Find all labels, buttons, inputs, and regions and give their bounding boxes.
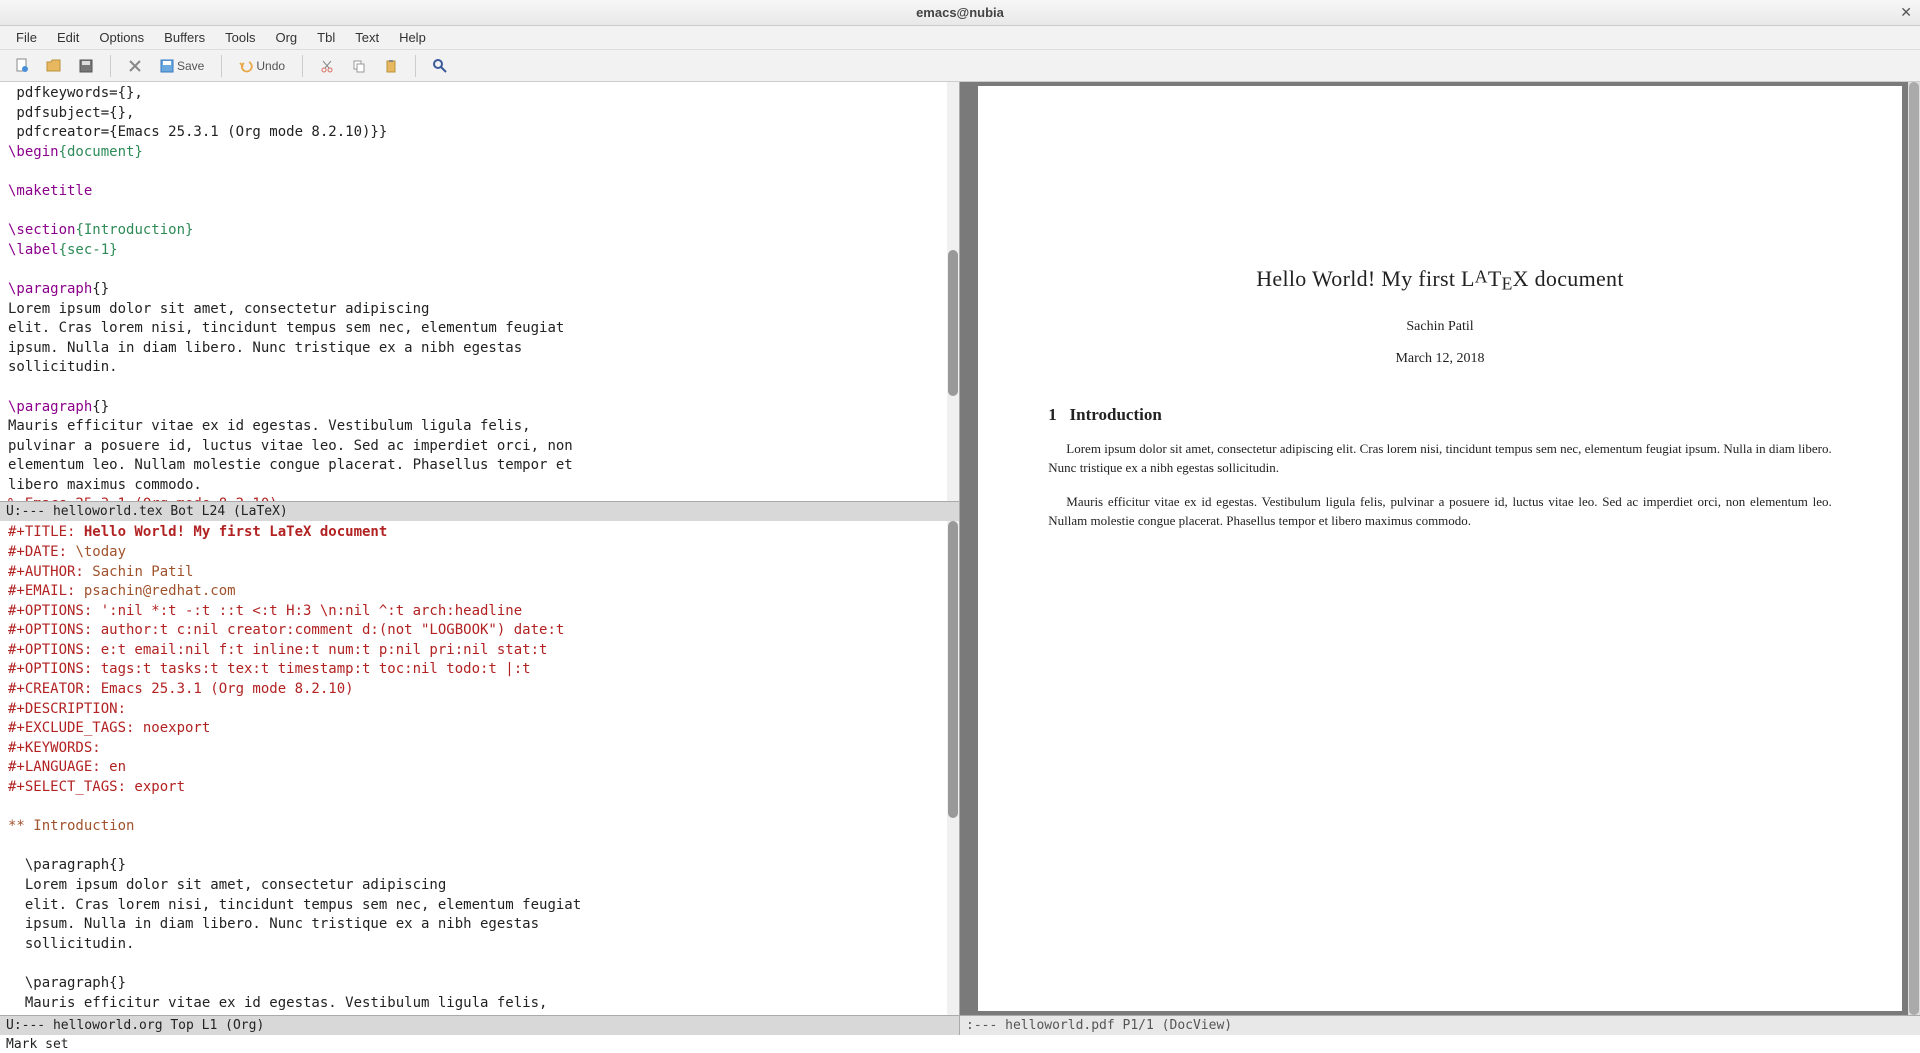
copy-icon[interactable] — [345, 53, 373, 79]
save-button[interactable]: Save — [153, 53, 211, 79]
org-scrollbar[interactable] — [947, 521, 959, 1015]
tex-scrollbar[interactable] — [947, 82, 959, 501]
tex-editor-content[interactable]: pdfkeywords={}, pdfsubject={}, pdfcreato… — [0, 82, 959, 501]
org-editor-content[interactable]: #+TITLE: Hello World! My first LaTeX doc… — [0, 521, 959, 1015]
toolbar: Save Undo — [0, 50, 1920, 82]
menu-buffers[interactable]: Buffers — [156, 28, 213, 47]
paste-icon[interactable] — [377, 53, 405, 79]
open-file-icon[interactable] — [40, 53, 68, 79]
pdf-page: Hello World! My first LATEX document Sac… — [978, 86, 1901, 1011]
pdf-paragraph: Lorem ipsum dolor sit amet, consectetur … — [1048, 439, 1831, 478]
pdf-modeline[interactable]: :--- helloworld.pdf P1/1 (DocView) — [960, 1015, 1920, 1035]
undo-button[interactable]: Undo — [232, 53, 292, 79]
pdf-date: March 12, 2018 — [1048, 351, 1831, 367]
menu-edit[interactable]: Edit — [49, 28, 87, 47]
save-label: Save — [177, 59, 204, 73]
scrollbar-thumb[interactable] — [948, 250, 958, 397]
window-titlebar: emacs@nubia ✕ — [0, 0, 1920, 26]
pdf-view[interactable]: Hello World! My first LATEX document Sac… — [960, 82, 1920, 1015]
scrollbar-thumb[interactable] — [948, 521, 958, 817]
menubar: File Edit Options Buffers Tools Org Tbl … — [0, 26, 1920, 50]
pdf-section-heading: 1 Introduction — [1048, 405, 1831, 425]
close-icon[interactable]: ✕ — [1900, 4, 1912, 21]
scrollbar-thumb[interactable] — [1909, 82, 1919, 1015]
menu-tools[interactable]: Tools — [217, 28, 263, 47]
org-modeline[interactable]: U:--- helloworld.org Top L1 (Org) — [0, 1015, 959, 1035]
save-file-icon[interactable] — [72, 53, 100, 79]
echo-area: Mark set — [0, 1035, 1920, 1053]
tex-editor-pane[interactable]: pdfkeywords={}, pdfsubject={}, pdfcreato… — [0, 82, 959, 501]
toolbar-separator — [415, 55, 416, 77]
close-buffer-icon[interactable] — [121, 53, 149, 79]
pdf-paragraph: Mauris efficitur vitae ex id egestas. Ve… — [1048, 492, 1831, 531]
window-title: emacs@nubia — [916, 5, 1004, 20]
cut-icon[interactable] — [313, 53, 341, 79]
toolbar-separator — [302, 55, 303, 77]
org-editor-pane[interactable]: #+TITLE: Hello World! My first LaTeX doc… — [0, 521, 959, 1015]
menu-tbl[interactable]: Tbl — [309, 28, 343, 47]
menu-text[interactable]: Text — [347, 28, 387, 47]
toolbar-separator — [221, 55, 222, 77]
pdf-author: Sachin Patil — [1048, 319, 1831, 335]
pdf-scrollbar[interactable] — [1908, 82, 1920, 1015]
menu-options[interactable]: Options — [91, 28, 152, 47]
left-panel: pdfkeywords={}, pdfsubject={}, pdfcreato… — [0, 82, 960, 1035]
main-area: pdfkeywords={}, pdfsubject={}, pdfcreato… — [0, 82, 1920, 1035]
menu-org[interactable]: Org — [267, 28, 305, 47]
pdf-title: Hello World! My first LATEX document — [1048, 266, 1831, 295]
tex-modeline[interactable]: U:--- helloworld.tex Bot L24 (LaTeX) — [0, 501, 959, 521]
menu-help[interactable]: Help — [391, 28, 434, 47]
new-file-icon[interactable] — [8, 53, 36, 79]
menu-file[interactable]: File — [8, 28, 45, 47]
search-icon[interactable] — [426, 53, 454, 79]
toolbar-separator — [110, 55, 111, 77]
undo-label: Undo — [256, 59, 285, 73]
pdf-panel: Hello World! My first LATEX document Sac… — [960, 82, 1920, 1035]
